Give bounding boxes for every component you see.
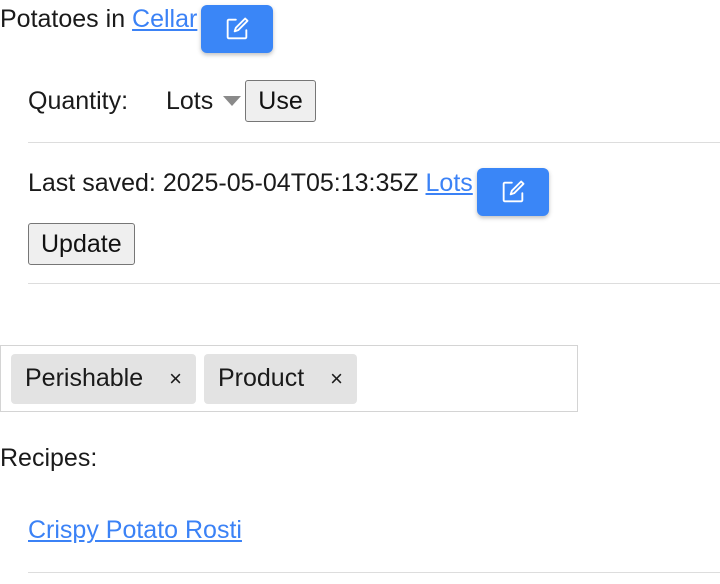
tag-label: Product xyxy=(218,364,305,392)
tag-chip: Product × xyxy=(204,353,358,404)
in-word: in xyxy=(98,5,133,33)
divider xyxy=(28,572,720,573)
divider xyxy=(28,283,720,284)
last-saved-timestamp: 2025-05-04T05:13:35Z xyxy=(162,169,419,197)
update-row: Update xyxy=(28,223,135,265)
recipe-link[interactable]: Crispy Potato Rosti xyxy=(28,516,242,544)
item-name: Potatoes xyxy=(0,5,99,33)
edit-icon xyxy=(227,17,249,40)
edit-quantity-button[interactable] xyxy=(476,168,549,216)
tags-input[interactable]: Perishable × Product × xyxy=(0,345,578,412)
update-button[interactable]: Update xyxy=(28,223,135,265)
last-saved-row: Last saved: 2025-05-04T05:13:35Z Lots xyxy=(28,166,549,216)
quantity-select[interactable]: Lots xyxy=(166,87,245,116)
tag-label: Perishable xyxy=(25,364,144,392)
quantity-label: Quantity: xyxy=(28,86,129,115)
recipes-label: Recipes: xyxy=(0,444,98,472)
edit-icon xyxy=(502,180,525,203)
edit-location-button[interactable] xyxy=(201,5,274,53)
tag-chip: Perishable × xyxy=(11,353,196,404)
quantity-row: Quantity: Lots Use xyxy=(28,80,316,122)
last-saved-text: Last saved: 2025-05-04T05:13:35Z Lots xyxy=(28,166,473,200)
item-title: Potatoes in Cellar xyxy=(0,0,197,38)
use-button[interactable]: Use xyxy=(245,80,316,122)
item-header: Potatoes in Cellar xyxy=(0,0,274,53)
close-icon[interactable]: × xyxy=(169,366,182,392)
list-item: Crispy Potato Rosti xyxy=(28,513,242,547)
last-saved-label: Last saved: xyxy=(28,169,156,197)
close-icon[interactable]: × xyxy=(330,366,343,392)
divider xyxy=(28,142,720,143)
caret-down-icon xyxy=(223,96,242,106)
quantity-selected-value: Lots xyxy=(166,86,214,115)
location-link[interactable]: Cellar xyxy=(132,5,197,33)
saved-value-link[interactable]: Lots xyxy=(426,169,473,197)
